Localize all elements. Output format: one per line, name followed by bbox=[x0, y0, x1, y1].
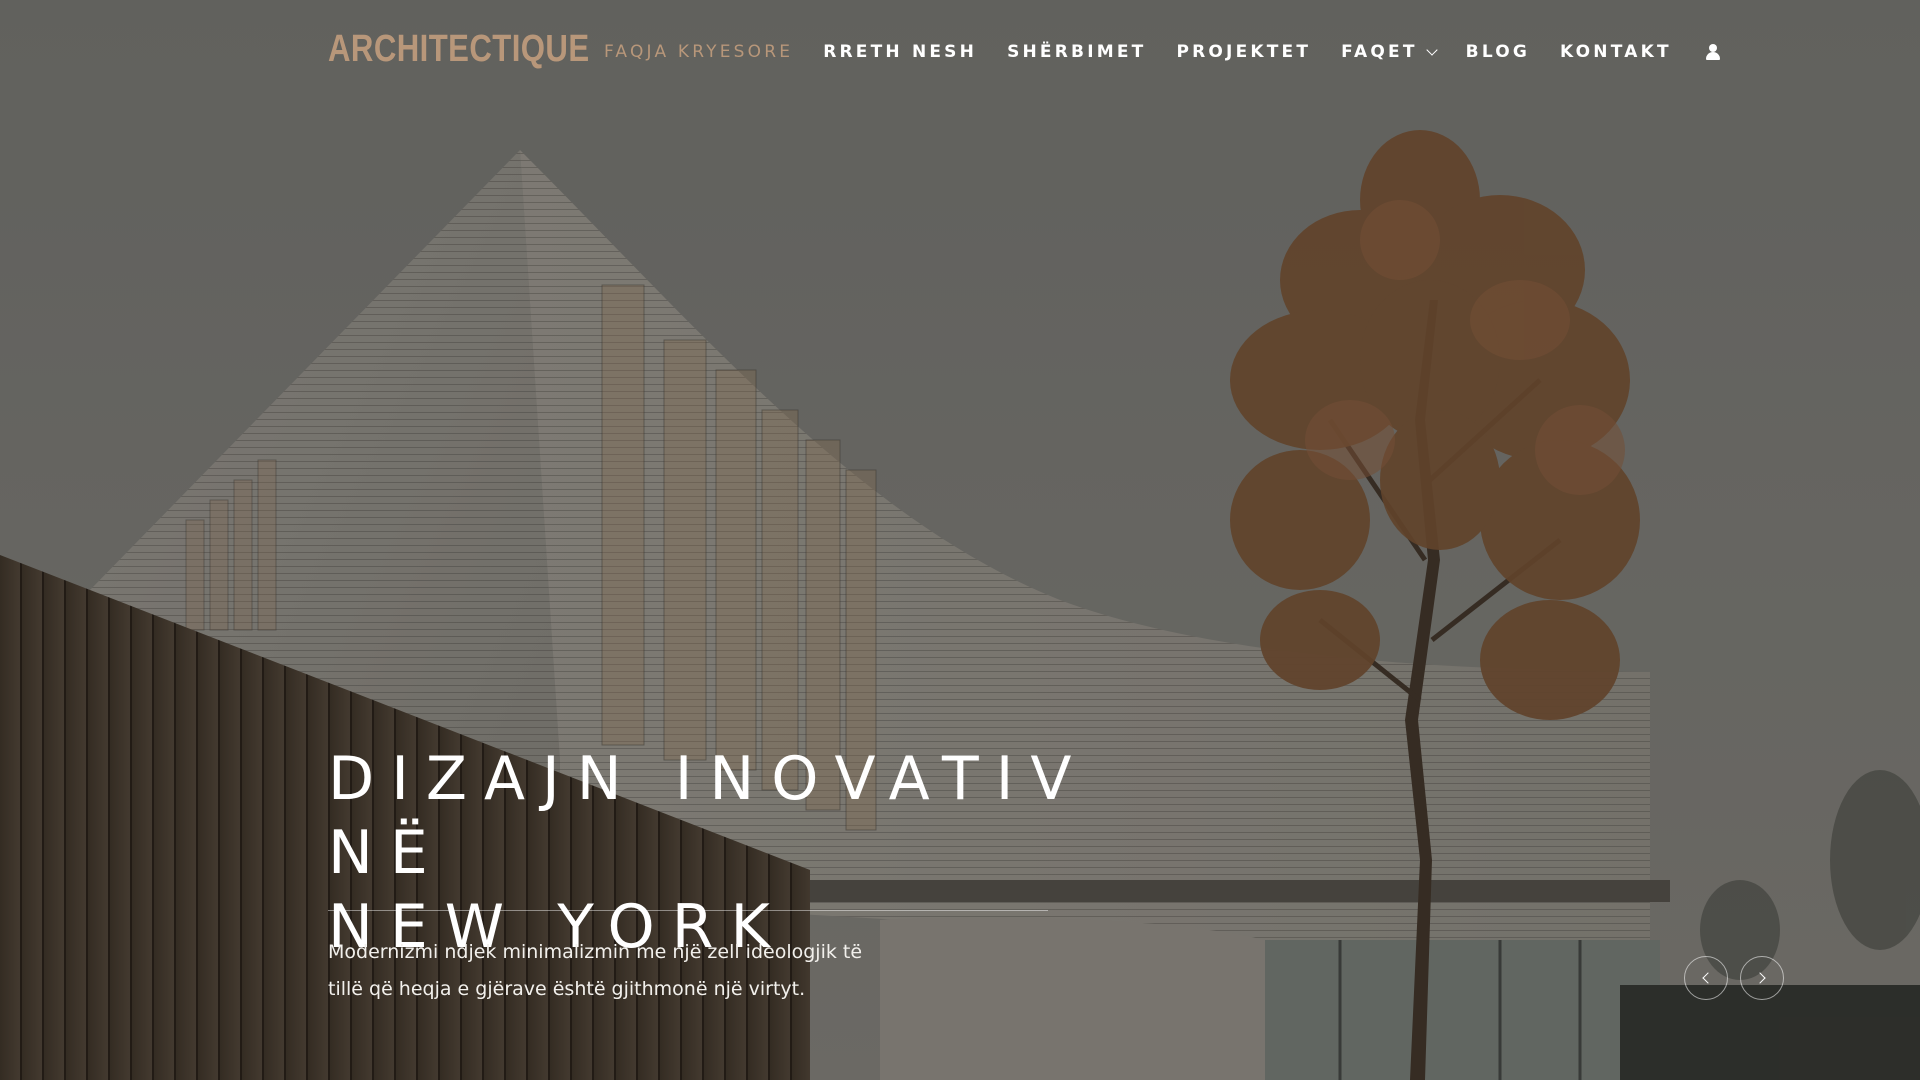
user-icon-head bbox=[1708, 44, 1717, 52]
nav-item-sherbimet[interactable]: SHËRBIMET bbox=[1007, 42, 1146, 62]
hero-title: DIZAJN INOVATIV NË NEW YORK bbox=[328, 742, 1188, 964]
nav-item-faqet[interactable]: FAQET bbox=[1341, 42, 1438, 62]
nav-item-kontakt[interactable]: KONTAKT bbox=[1560, 42, 1672, 62]
chevron-left-icon bbox=[1702, 972, 1714, 984]
main-navigation: FAQJA KRYESORE RRETH NESH SHËRBIMET PROJ… bbox=[604, 42, 1720, 62]
user-icon[interactable] bbox=[1705, 44, 1720, 60]
chevron-right-icon bbox=[1754, 972, 1766, 984]
hero-divider bbox=[328, 910, 1048, 911]
nav-item-projektet[interactable]: PROJEKTET bbox=[1176, 42, 1311, 62]
nav-item-faqja-kryesore[interactable]: FAQJA KRYESORE bbox=[604, 42, 793, 62]
slider-prev-button[interactable] bbox=[1684, 956, 1728, 1000]
site-logo[interactable]: ARCHITECTIQUE bbox=[328, 28, 590, 71]
user-icon-body bbox=[1705, 52, 1720, 60]
hero-description: Modernizmi ndjek minimalizmin me një zel… bbox=[328, 941, 863, 1000]
hero-title-line1: DIZAJN INOVATIV NË bbox=[328, 744, 1089, 888]
nav-item-rreth-nesh[interactable]: RRETH NESH bbox=[823, 42, 977, 62]
site-header: ARCHITECTIQUE FAQJA KRYESORE RRETH NESH … bbox=[0, 0, 1920, 110]
slider-next-button[interactable] bbox=[1740, 956, 1784, 1000]
nav-item-blog[interactable]: BLOG bbox=[1466, 42, 1530, 62]
chevron-down-icon bbox=[1425, 44, 1438, 56]
nav-item-faqet-label: FAQET bbox=[1341, 42, 1418, 62]
